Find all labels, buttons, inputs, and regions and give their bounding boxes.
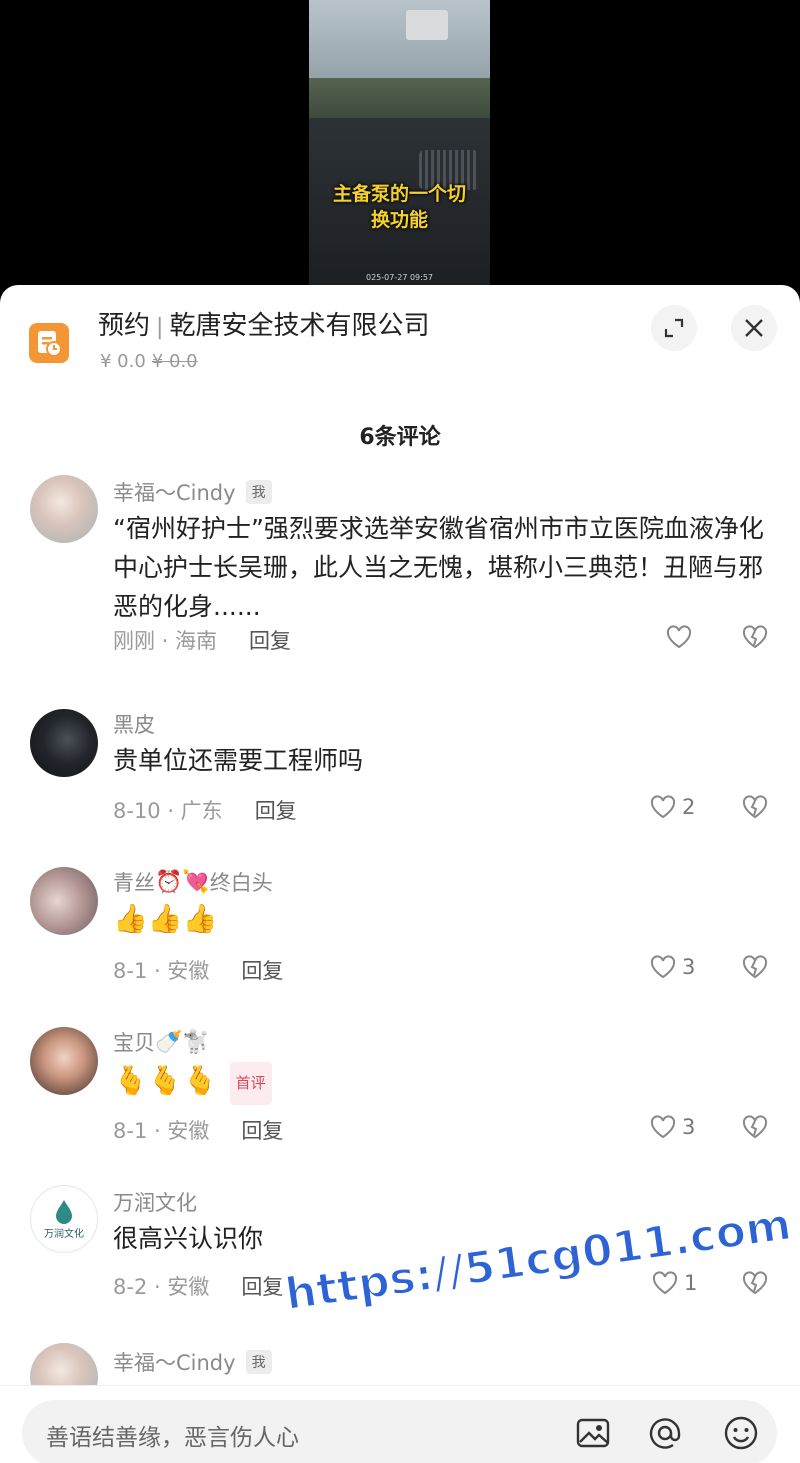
video-player[interactable]: 主备泵的一个切 换功能 025-07-27 09:57 — [0, 0, 800, 300]
video-caption: 主备泵的一个切 换功能 — [332, 183, 466, 231]
comment-author[interactable]: 万润文化 — [113, 1187, 197, 1217]
comment-author[interactable]: 幸福～Cindy 我 — [113, 477, 272, 507]
like-button[interactable]: 1 — [652, 1271, 697, 1295]
comment-meta: 8-1 · 安徽 回复 — [113, 959, 284, 983]
comment-item: 黑皮 贵单位还需要工程师吗 8-10 · 广东 回复 2 — [0, 705, 800, 845]
comment-item: 万润文化 万润文化 很高兴认识你 8-2 · 安徽 回复 1 — [0, 1183, 800, 1323]
promo-company: 乾唐安全技术有限公司 — [169, 311, 430, 341]
like-count: 1 — [684, 1271, 698, 1295]
avatar[interactable] — [30, 1027, 98, 1095]
me-badge: 我 — [245, 480, 272, 504]
original-price: ¥ 0.0 — [151, 351, 198, 372]
comment-meta: 刚刚 · 海南 回复 — [113, 629, 292, 653]
dislike-button[interactable] — [742, 955, 768, 983]
like-button[interactable]: 2 — [650, 795, 695, 819]
promo-price: ¥ 0.0 ¥ 0.0 — [100, 351, 198, 372]
avatar[interactable] — [30, 709, 98, 777]
reply-button[interactable]: 回复 — [241, 1275, 283, 1299]
like-button[interactable] — [666, 625, 692, 649]
comment-meta: 8-10 · 广东 回复 — [113, 799, 297, 823]
like-count: 2 — [682, 795, 696, 819]
like-button[interactable]: 3 — [650, 1115, 695, 1139]
comment-count: 6条评论 — [359, 425, 441, 450]
promo-card[interactable]: 预约 | 乾唐安全技术有限公司 ¥ 0.0 ¥ 0.0 — [0, 285, 800, 385]
calendar-clock-icon — [29, 323, 69, 363]
reply-button[interactable]: 回复 — [255, 799, 297, 823]
me-badge: 我 — [245, 1350, 272, 1374]
avatar[interactable] — [30, 475, 98, 543]
heart-icon — [650, 1115, 676, 1139]
comment-author[interactable]: 黑皮 — [113, 709, 155, 739]
at-icon — [649, 1418, 681, 1449]
image-icon — [576, 1418, 610, 1448]
emoji-button[interactable] — [722, 1414, 760, 1452]
like-button[interactable]: 3 — [650, 955, 695, 979]
broken-heart-icon — [742, 1115, 768, 1139]
dislike-button[interactable] — [742, 795, 768, 823]
smiley-icon — [724, 1416, 758, 1450]
video-frame[interactable]: 主备泵的一个切 换功能 025-07-27 09:57 — [309, 0, 490, 300]
like-count: 3 — [682, 1115, 696, 1139]
broken-heart-icon — [742, 795, 768, 819]
expand-icon — [664, 318, 684, 338]
comment-author[interactable]: 幸福～Cindy 我 — [113, 1347, 272, 1377]
comment-input[interactable]: 善语结善缘，恶言伤人心 — [22, 1400, 777, 1463]
close-button[interactable] — [731, 305, 777, 351]
heart-icon — [650, 955, 676, 979]
reply-button[interactable]: 回复 — [241, 959, 283, 983]
comment-text[interactable]: 贵单位还需要工程师吗 — [113, 741, 773, 780]
dislike-button[interactable] — [742, 1115, 768, 1143]
avatar[interactable]: 万润文化 — [30, 1185, 98, 1253]
avatar[interactable] — [30, 867, 98, 935]
comment-author[interactable]: 宝贝 🍼🐩 — [113, 1027, 210, 1057]
comment-text[interactable]: 👍👍👍 — [113, 899, 773, 939]
promo-tag: 预约 — [98, 311, 151, 341]
image-button[interactable] — [574, 1414, 612, 1452]
broken-heart-icon — [742, 955, 768, 979]
reply-button[interactable]: 回复 — [241, 1119, 283, 1143]
heart-icon — [666, 625, 692, 649]
comment-author[interactable]: 青丝 ⏰💘 终白头 — [113, 867, 273, 897]
comment-item: 宝贝 🍼🐩 🫰🫰🫰 首评 8-1 · 安徽 回复 3 — [0, 1023, 800, 1163]
name-emoji: 🍼🐩 — [155, 1029, 210, 1055]
comment-sheet: 预约 | 乾唐安全技术有限公司 ¥ 0.0 ¥ 0.0 6条评论 幸福～Cindy 我 … — [0, 285, 800, 1463]
comment-meta: 8-1 · 安徽 回复 — [113, 1119, 284, 1143]
water-drop-icon — [56, 1199, 72, 1224]
broken-heart-icon — [742, 625, 768, 649]
broken-heart-icon — [742, 1271, 768, 1295]
heart-icon — [652, 1271, 678, 1295]
avatar-text: 万润文化 — [44, 1228, 84, 1240]
reply-button[interactable]: 回复 — [249, 629, 291, 653]
video-timestamp: 025-07-27 09:57 — [366, 273, 433, 282]
heart-icon — [650, 795, 676, 819]
first-comment-badge: 首评 — [229, 1061, 272, 1105]
comment-text[interactable]: 🫰🫰🫰 首评 — [113, 1061, 773, 1105]
comment-text[interactable]: 很高兴认识你 — [113, 1219, 773, 1258]
dislike-button[interactable] — [742, 1271, 768, 1299]
input-placeholder: 善语结善缘，恶言伤人心 — [46, 1425, 299, 1451]
dislike-button[interactable] — [742, 625, 768, 653]
mention-button[interactable] — [646, 1414, 684, 1452]
close-icon — [745, 319, 763, 337]
name-emoji: ⏰💘 — [155, 869, 210, 895]
comment-item: 幸福～Cindy 我 “宿州好护士”强烈要求选举安徽省宿州市市立医院血液净化中心护… — [0, 473, 800, 683]
comment-item: 青丝 ⏰💘 终白头 👍👍👍 8-1 · 安徽 回复 3 — [0, 863, 800, 1003]
comment-text[interactable]: “宿州好护士”强烈要求选举安徽省宿州市市立医院血液净化中心护士长吴珊，此人当之无… — [113, 509, 773, 626]
promo-title[interactable]: 预约 | 乾唐安全技术有限公司 — [98, 305, 429, 342]
like-count: 3 — [682, 955, 696, 979]
comment-input-bar: 善语结善缘，恶言伤人心 — [0, 1385, 800, 1463]
comment-meta: 8-2 · 安徽 回复 — [113, 1275, 284, 1299]
expand-button[interactable] — [651, 305, 697, 351]
